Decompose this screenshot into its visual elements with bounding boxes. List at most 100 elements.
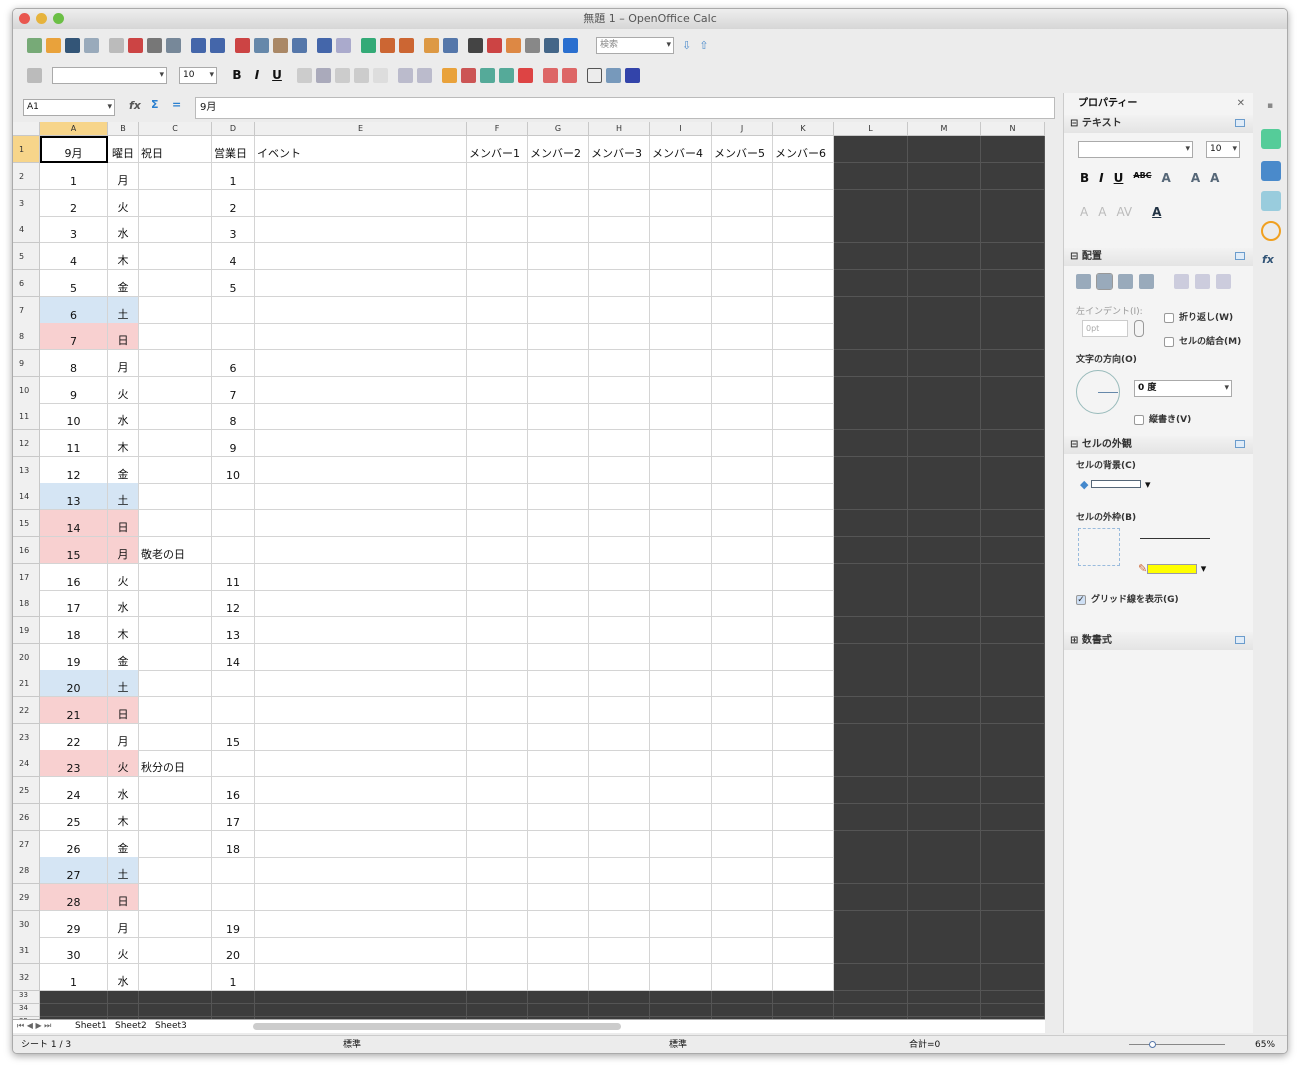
undo-icon[interactable] (317, 37, 332, 53)
cell-H21[interactable] (589, 670, 650, 697)
find-next-icon[interactable]: ⇩ (682, 39, 691, 52)
cell-D34[interactable] (212, 1004, 255, 1017)
cell-M2[interactable] (908, 163, 981, 190)
row-header-4[interactable]: 4 (13, 216, 40, 243)
indent-spinner[interactable] (1134, 320, 1144, 337)
cell-F10[interactable] (467, 377, 528, 404)
cell-G14[interactable] (528, 483, 589, 510)
cell-J16[interactable] (712, 537, 773, 564)
cell-I21[interactable] (650, 670, 712, 697)
vertical-text-checkbox[interactable]: 縦書き(V) (1134, 412, 1191, 425)
cell-M1[interactable] (908, 136, 981, 163)
styles-tab-icon[interactable] (1261, 161, 1281, 181)
cell-A25[interactable]: 24 (40, 777, 108, 804)
cell-I2[interactable] (650, 163, 712, 190)
cell-A7[interactable]: 6 (40, 297, 108, 324)
row-header-12[interactable]: 12 (13, 430, 40, 457)
cell-F14[interactable] (467, 483, 528, 510)
sidebar-bold-button[interactable]: B (1080, 171, 1089, 185)
cell-F9[interactable] (467, 350, 528, 377)
cell-H27[interactable] (589, 831, 650, 858)
copy-icon[interactable] (254, 37, 269, 53)
cell-E9[interactable] (255, 350, 467, 377)
cell-N19[interactable] (981, 617, 1045, 644)
cell-H2[interactable] (589, 163, 650, 190)
sidebar-italic-button[interactable]: I (1099, 171, 1103, 185)
close-sidebar-icon[interactable]: ✕ (1237, 93, 1245, 115)
cell-D20[interactable]: 14 (212, 644, 255, 671)
cell-F12[interactable] (467, 430, 528, 457)
cell-N18[interactable] (981, 590, 1045, 617)
cell-K6[interactable] (773, 270, 834, 297)
cell-K24[interactable] (773, 750, 834, 777)
cell-I1[interactable]: メンバー4 (650, 136, 712, 163)
cell-D14[interactable] (212, 483, 255, 510)
cell-I24[interactable] (650, 750, 712, 777)
email-icon[interactable] (84, 37, 99, 53)
cell-D7[interactable] (212, 297, 255, 324)
row-header-23[interactable]: 23 (13, 724, 40, 751)
column-header-E[interactable]: E (255, 122, 467, 136)
cell-N7[interactable] (981, 297, 1045, 324)
cell-E4[interactable] (255, 216, 467, 243)
cell-I14[interactable] (650, 483, 712, 510)
row-header-34[interactable]: 34 (13, 1004, 40, 1017)
preview-icon[interactable] (166, 37, 181, 53)
sheet-nav-buttons[interactable]: ⏮ ◀ ▶ ⏭ (17, 1021, 51, 1031)
cell-H14[interactable] (589, 483, 650, 510)
cell-K34[interactable] (773, 1004, 834, 1017)
cell-B7[interactable]: 土 (108, 297, 139, 324)
paste-icon[interactable] (273, 37, 288, 53)
cell-D30[interactable]: 19 (212, 911, 255, 938)
cell-H6[interactable] (589, 270, 650, 297)
cell-K26[interactable] (773, 804, 834, 831)
function-icon[interactable]: = (172, 98, 181, 111)
cell-L13[interactable] (834, 457, 908, 484)
borders-icon[interactable] (587, 67, 602, 83)
cell-A33[interactable] (40, 991, 108, 1004)
line-style-picker[interactable] (1140, 538, 1210, 539)
cell-F27[interactable] (467, 831, 528, 858)
cell-M15[interactable] (908, 510, 981, 537)
cell-A3[interactable]: 2 (40, 190, 108, 217)
cell-J5[interactable] (712, 243, 773, 270)
cell-B9[interactable]: 月 (108, 350, 139, 377)
cell-E18[interactable] (255, 590, 467, 617)
appearance-section-header[interactable]: ⊟ セルの外観 (1064, 436, 1253, 454)
cell-B8[interactable]: 日 (108, 323, 139, 350)
cell-B6[interactable]: 金 (108, 270, 139, 297)
row-header-2[interactable]: 2 (13, 163, 40, 190)
row-header-18[interactable]: 18 (13, 590, 40, 617)
cell-K16[interactable] (773, 537, 834, 564)
cell-E25[interactable] (255, 777, 467, 804)
cell-G22[interactable] (528, 697, 589, 724)
cell-K29[interactable] (773, 884, 834, 911)
row-header-28[interactable]: 28 (13, 857, 40, 884)
cell-I4[interactable] (650, 216, 712, 243)
cell-D26[interactable]: 17 (212, 804, 255, 831)
cell-F25[interactable] (467, 777, 528, 804)
cell-C24[interactable]: 秋分の日 (139, 750, 212, 777)
cell-L15[interactable] (834, 510, 908, 537)
cell-F13[interactable] (467, 457, 528, 484)
sidebar-menu-icon[interactable]: ▪ (1267, 101, 1273, 111)
cell-H25[interactable] (589, 777, 650, 804)
row-header-30[interactable]: 30 (13, 911, 40, 938)
cell-K8[interactable] (773, 323, 834, 350)
cell-J9[interactable] (712, 350, 773, 377)
cell-N13[interactable] (981, 457, 1045, 484)
cell-D10[interactable]: 7 (212, 377, 255, 404)
cell-H15[interactable] (589, 510, 650, 537)
cell-G13[interactable] (528, 457, 589, 484)
cell-C26[interactable] (139, 804, 212, 831)
cell-A12[interactable]: 11 (40, 430, 108, 457)
percent-icon[interactable] (461, 67, 476, 83)
cell-G28[interactable] (528, 857, 589, 884)
cell-H11[interactable] (589, 403, 650, 430)
cell-A9[interactable]: 8 (40, 350, 108, 377)
cell-G29[interactable] (528, 884, 589, 911)
cell-G25[interactable] (528, 777, 589, 804)
cell-I31[interactable] (650, 937, 712, 964)
status-insert-mode[interactable]: 標準 (669, 1036, 687, 1053)
cell-N32[interactable] (981, 964, 1045, 991)
